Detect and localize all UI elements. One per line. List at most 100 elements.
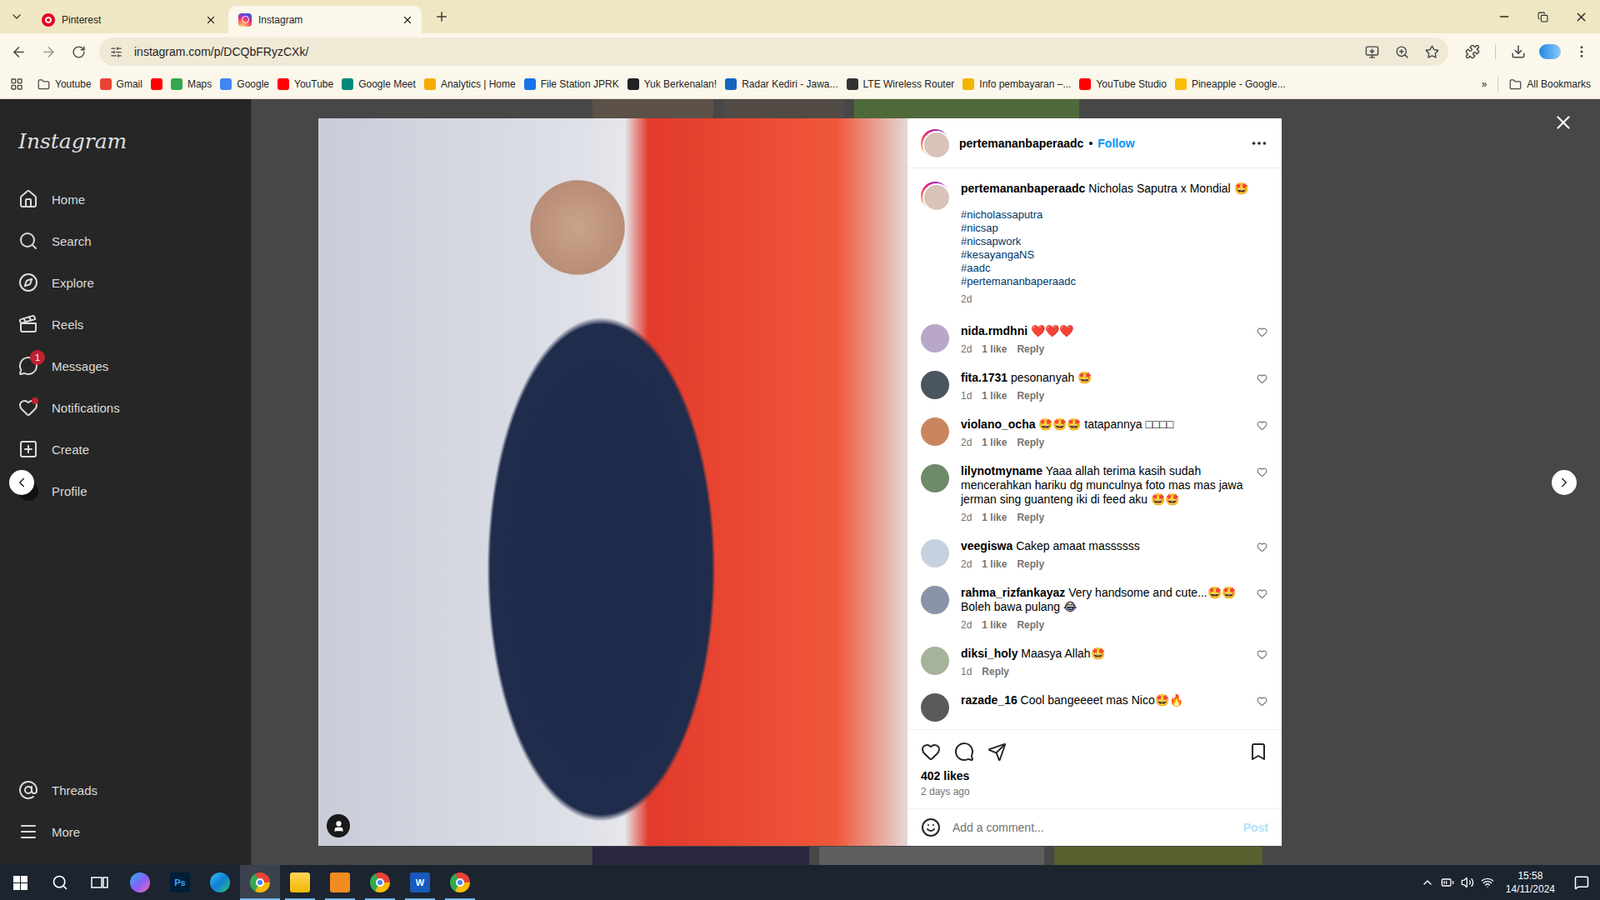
comment-username[interactable]: rahma_rizfankayaz bbox=[960, 585, 1065, 600]
comment-button[interactable] bbox=[954, 741, 975, 762]
extensions-button[interactable] bbox=[1458, 37, 1487, 66]
nav-item[interactable]: Notifications bbox=[10, 386, 241, 429]
bookmark-item[interactable]: Yuk Berkenalan! bbox=[623, 72, 721, 96]
comment-username[interactable]: fita.1731 bbox=[960, 370, 1008, 385]
author-username[interactable]: pertemananbaperaadc bbox=[959, 136, 1084, 150]
nav-item[interactable]: Profile bbox=[10, 470, 241, 512]
clock[interactable]: 15:5814/11/2024 bbox=[1497, 865, 1564, 900]
bookmark-item[interactable]: YouTube Studio bbox=[1075, 72, 1171, 96]
taskbar-app[interactable] bbox=[320, 865, 360, 900]
network-button[interactable] bbox=[1477, 865, 1498, 900]
comment-username[interactable]: veegiswa bbox=[960, 539, 1013, 553]
address-bar[interactable]: instagram.com/p/DCQbFRyzCXk/ bbox=[99, 37, 1449, 66]
minimize-button[interactable] bbox=[1485, 0, 1524, 34]
bookmarks-overflow-button[interactable]: » bbox=[1477, 72, 1492, 96]
nav-item[interactable]: Threads bbox=[10, 769, 241, 811]
comment-like-button[interactable] bbox=[1256, 419, 1269, 435]
comment-like-button[interactable] bbox=[1256, 325, 1269, 341]
comment-like-button[interactable] bbox=[1256, 587, 1269, 603]
follow-button[interactable]: Follow bbox=[1097, 136, 1135, 150]
nav-item[interactable]: Create bbox=[10, 428, 241, 470]
author-avatar[interactable] bbox=[920, 129, 950, 158]
nav-item[interactable]: Search bbox=[10, 220, 241, 262]
hashtag[interactable]: #aadc bbox=[960, 261, 1269, 275]
nav-item[interactable]: Explore bbox=[10, 261, 241, 304]
forward-button[interactable] bbox=[34, 37, 63, 66]
comment-username[interactable]: violano_ocha bbox=[960, 417, 1035, 431]
commenter-avatar[interactable] bbox=[920, 646, 950, 675]
taskbar-app[interactable] bbox=[200, 865, 240, 900]
author-avatar[interactable] bbox=[920, 181, 950, 210]
start-button[interactable] bbox=[0, 865, 40, 900]
comment-like-button[interactable] bbox=[1256, 372, 1269, 388]
bookmark-item[interactable]: Radar Kediri - Jawa... bbox=[720, 72, 842, 96]
browser-tab[interactable]: Pinterest bbox=[31, 5, 225, 34]
comment-like-button[interactable] bbox=[1256, 695, 1269, 710]
hashtag[interactable]: #pertemananbaperaadc bbox=[960, 275, 1269, 289]
like-button[interactable] bbox=[920, 741, 941, 762]
previous-post-button[interactable] bbox=[9, 470, 35, 495]
tab-search-button[interactable] bbox=[5, 5, 29, 29]
task-view-button[interactable] bbox=[80, 865, 120, 900]
share-button[interactable] bbox=[987, 742, 1007, 762]
nav-item[interactable]: 1Messages bbox=[10, 345, 241, 387]
comment-like-button[interactable] bbox=[1256, 648, 1269, 664]
bookmark-item[interactable]: YouTube bbox=[273, 72, 338, 96]
hashtag[interactable]: #nicholassaputra bbox=[960, 208, 1269, 222]
comment-like-button[interactable] bbox=[1256, 465, 1269, 481]
reply-button[interactable]: Reply bbox=[1016, 619, 1045, 632]
bookmark-item[interactable]: Gmail bbox=[95, 72, 147, 96]
hashtag[interactable]: #kesayangaNS bbox=[960, 248, 1269, 262]
emoji-icon[interactable] bbox=[920, 817, 941, 838]
commenter-avatar[interactable] bbox=[920, 464, 950, 493]
bookmark-item[interactable]: Info pembayaran –... bbox=[958, 72, 1075, 96]
url-text[interactable]: instagram.com/p/DCQbFRyzCXk/ bbox=[134, 45, 1354, 59]
comment-username[interactable]: nida.rmdhni bbox=[960, 324, 1028, 338]
instagram-logo[interactable]: Instagram bbox=[10, 124, 241, 158]
hashtag[interactable]: #nicsapwork bbox=[960, 235, 1269, 249]
comment-input[interactable]: Add a comment... bbox=[952, 820, 1232, 835]
caption-username[interactable]: pertemananbaperaadc bbox=[960, 181, 1085, 195]
menu-button[interactable] bbox=[1567, 37, 1596, 66]
hashtag[interactable]: #nicsap bbox=[960, 221, 1269, 235]
taskbar-app[interactable] bbox=[280, 865, 320, 900]
bookmark-item[interactable]: Google bbox=[215, 72, 274, 96]
all-bookmarks-button[interactable]: All Bookmarks bbox=[1505, 72, 1595, 96]
comment-username[interactable]: diksi_holy bbox=[960, 646, 1018, 660]
reply-button[interactable]: Reply bbox=[1016, 436, 1045, 450]
comment-likes[interactable]: 1 like bbox=[981, 436, 1007, 450]
apps-button[interactable] bbox=[5, 72, 29, 96]
commenter-avatar[interactable] bbox=[920, 370, 950, 400]
reply-button[interactable]: Reply bbox=[981, 665, 1010, 679]
notification-center-button[interactable] bbox=[1563, 865, 1600, 900]
zoom-button[interactable] bbox=[1390, 40, 1414, 64]
reload-button[interactable] bbox=[64, 37, 93, 66]
reply-button[interactable]: Reply bbox=[1016, 558, 1045, 571]
reply-button[interactable]: Reply bbox=[1016, 390, 1045, 403]
bookmark-item[interactable] bbox=[146, 72, 167, 96]
nav-item[interactable]: More bbox=[10, 810, 241, 853]
close-tab-icon[interactable] bbox=[401, 14, 414, 26]
comment-likes[interactable]: 1 like bbox=[981, 558, 1007, 571]
search-button[interactable] bbox=[40, 865, 80, 900]
comment-username[interactable]: razade_16 bbox=[960, 693, 1018, 707]
taskbar-app[interactable]: Ps bbox=[160, 865, 200, 900]
close-window-button[interactable] bbox=[1561, 0, 1600, 34]
comment-like-button[interactable] bbox=[1256, 540, 1269, 556]
commenter-avatar[interactable] bbox=[920, 539, 950, 568]
taskbar-app[interactable] bbox=[120, 865, 160, 900]
taskbar-app[interactable] bbox=[240, 865, 280, 900]
taskbar-app[interactable] bbox=[440, 865, 480, 900]
nav-item[interactable]: Home bbox=[10, 178, 241, 220]
commenter-avatar[interactable] bbox=[920, 693, 950, 722]
close-post-button[interactable] bbox=[1550, 109, 1577, 136]
comment-username[interactable]: lilynotmyname bbox=[960, 464, 1043, 478]
nav-item[interactable]: Reels bbox=[10, 303, 241, 345]
comment-likes[interactable]: 1 like bbox=[981, 511, 1007, 525]
likes-count[interactable]: 402 likes bbox=[920, 768, 1269, 784]
bookmark-item[interactable]: Google Meet bbox=[337, 72, 420, 96]
bookmark-item[interactable]: File Station JPRK bbox=[520, 72, 624, 96]
commenter-avatar[interactable] bbox=[920, 417, 950, 446]
downloads-button[interactable] bbox=[1504, 37, 1533, 66]
bookmark-item[interactable]: Maps bbox=[166, 72, 216, 96]
